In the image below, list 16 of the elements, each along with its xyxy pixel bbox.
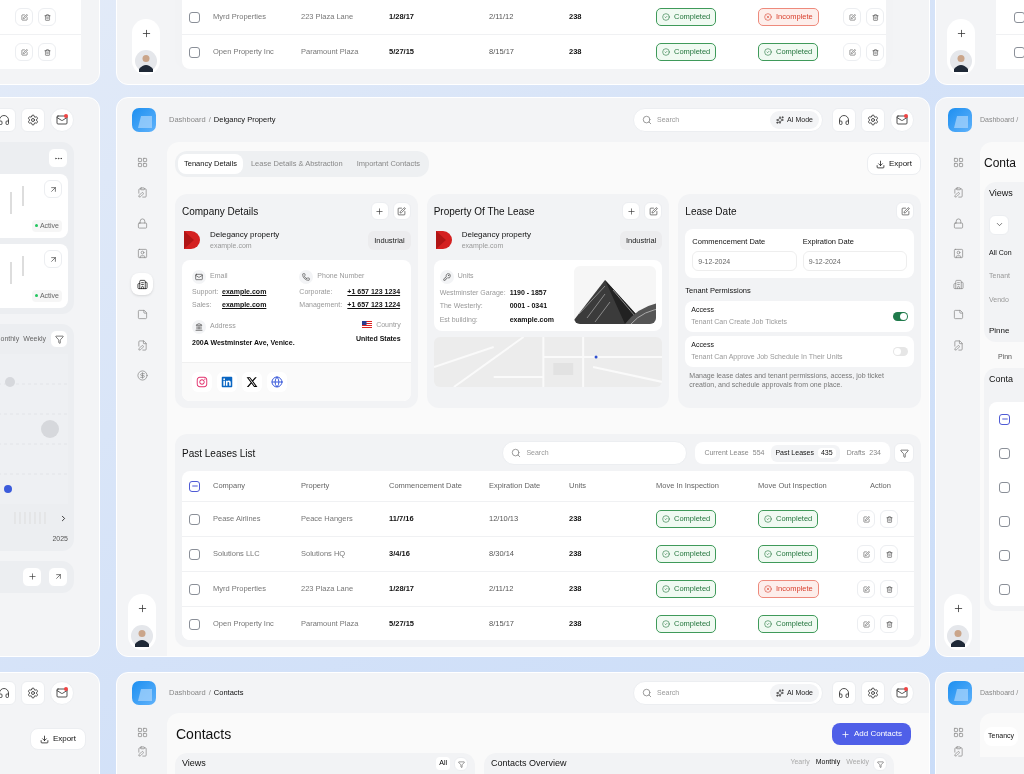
company-name: Delegancy property [461, 229, 532, 241]
page-title: Conta [984, 155, 1018, 172]
card-title: Views [989, 187, 1014, 200]
card-title: Contacts Overview [491, 757, 567, 770]
card-title: Views [182, 757, 206, 770]
export-button[interactable]: Export [866, 153, 921, 175]
add-contacts-button[interactable]: Add Contacts [831, 723, 911, 745]
card-title: Property Of The Lease [433, 204, 535, 219]
export-button[interactable]: Export [29, 728, 86, 750]
company-name: Delegancy property [210, 229, 280, 241]
card-title: Conta [989, 372, 1015, 386]
card-title: Past Leases List [182, 446, 256, 461]
card-title: Company Details [182, 204, 259, 219]
page-title: Contacts [176, 724, 232, 744]
card-title: Lease Date [685, 204, 737, 219]
section-title: Pinne [989, 325, 1011, 337]
